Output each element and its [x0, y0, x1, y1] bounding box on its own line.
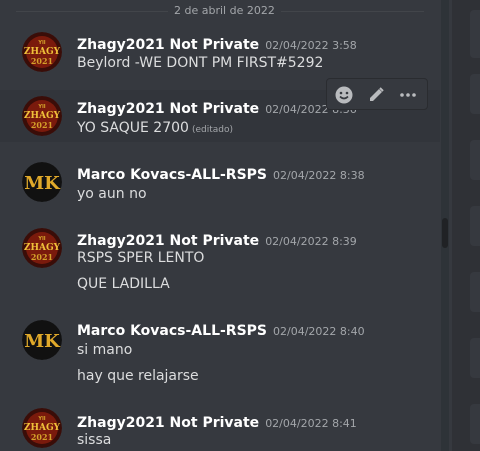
message-toolbar — [326, 78, 428, 110]
message-text: sissa — [77, 432, 112, 448]
chat-messages: 2 de abril de 2022 YII ZHAGY 2021 Zhagy2… — [0, 0, 440, 451]
avatar-text: 2021 — [31, 56, 53, 66]
message-header: Marco Kovacs-ALL-RSPS 02/04/2022 8:40 — [77, 320, 365, 339]
avatar-text: 2021 — [31, 432, 53, 442]
zhagy-avatar[interactable]: YII ZHAGY 2021 — [22, 408, 62, 448]
message[interactable]: MK Marco Kovacs-ALL-RSPS 02/04/2022 8:38 … — [0, 156, 440, 212]
username[interactable]: Marco Kovacs-ALL-RSPS — [77, 323, 267, 339]
username[interactable]: Zhagy2021 Not Private — [77, 233, 259, 249]
member-list-item[interactable] — [470, 404, 480, 444]
scrollbar-thumb[interactable] — [442, 218, 448, 248]
avatar-text: YII — [37, 104, 45, 110]
zhagy-avatar[interactable]: YII ZHAGY 2021 — [22, 32, 62, 72]
timestamp[interactable]: 02/04/2022 8:38 — [273, 169, 365, 182]
message-text-content: YO SAQUE 2700 — [77, 120, 189, 136]
message-text: yo aun no — [77, 186, 147, 202]
avatar-text: 2021 — [31, 120, 53, 130]
message-header: Zhagy2021 Not Private 02/04/2022 8:39 — [77, 230, 357, 249]
member-list-item[interactable] — [470, 338, 480, 378]
avatar-text: MK — [24, 173, 61, 194]
member-list-item[interactable] — [470, 140, 480, 180]
avatar-text: YII — [37, 416, 45, 422]
message-text: Beylord -WE DONT PM FIRST#5292 — [77, 55, 324, 71]
username[interactable]: Zhagy2021 Not Private — [77, 101, 259, 117]
message[interactable]: YII ZHAGY 2021 Zhagy2021 Not Private 02/0… — [0, 222, 440, 302]
message-text: QUE LADILLA — [77, 276, 170, 292]
edit-icon[interactable] — [364, 83, 388, 107]
add-reaction-icon[interactable] — [332, 83, 356, 107]
message[interactable]: YII ZHAGY 2021 Zhagy2021 Not Private 02/0… — [0, 404, 440, 451]
timestamp[interactable]: 02/04/2022 3:58 — [265, 39, 357, 52]
edited-label: (editado) — [191, 125, 233, 135]
message[interactable]: YII ZHAGY 2021 Zhagy2021 Not Private 02/0… — [0, 26, 440, 86]
timestamp[interactable]: 02/04/2022 8:39 — [265, 235, 357, 248]
member-list-item[interactable] — [470, 206, 480, 246]
zhagy-avatar[interactable]: YII ZHAGY 2021 — [22, 228, 62, 268]
member-list-item[interactable] — [470, 74, 480, 114]
more-icon[interactable] — [396, 83, 420, 107]
date-divider: 2 de abril de 2022 — [168, 4, 281, 18]
avatar-text: YII — [37, 236, 45, 242]
message-text: YO SAQUE 2700 (editado) — [77, 120, 233, 136]
message-text: si mano — [77, 342, 133, 358]
avatar-text: MK — [24, 331, 61, 352]
message-header: Marco Kovacs-ALL-RSPS 02/04/2022 8:38 — [77, 164, 365, 183]
member-list-item[interactable] — [470, 272, 480, 312]
message-text: hay que relajarse — [77, 368, 199, 384]
mk-dragon-avatar[interactable]: MK — [22, 320, 62, 360]
message-header: Zhagy2021 Not Private 02/04/2022 8:41 — [77, 412, 357, 431]
mk-dragon-avatar[interactable]: MK — [22, 162, 62, 202]
username[interactable]: Zhagy2021 Not Private — [77, 37, 259, 53]
avatar-text: YII — [37, 40, 45, 46]
timestamp[interactable]: 02/04/2022 8:41 — [265, 417, 357, 430]
message-header: Zhagy2021 Not Private 02/04/2022 3:58 — [77, 34, 357, 53]
username[interactable]: Marco Kovacs-ALL-RSPS — [77, 167, 267, 183]
member-list-item[interactable] — [470, 10, 480, 58]
username[interactable]: Zhagy2021 Not Private — [77, 415, 259, 431]
zhagy-avatar[interactable]: YII ZHAGY 2021 — [22, 96, 62, 136]
avatar-text: 2021 — [31, 252, 53, 262]
message[interactable]: MK Marco Kovacs-ALL-RSPS 02/04/2022 8:40 … — [0, 312, 440, 394]
message-text: RSPS SPER LENTO — [77, 250, 205, 266]
timestamp[interactable]: 02/04/2022 8:40 — [273, 325, 365, 338]
message-header: Zhagy2021 Not Private 02/04/2022 8:36 — [77, 98, 357, 117]
